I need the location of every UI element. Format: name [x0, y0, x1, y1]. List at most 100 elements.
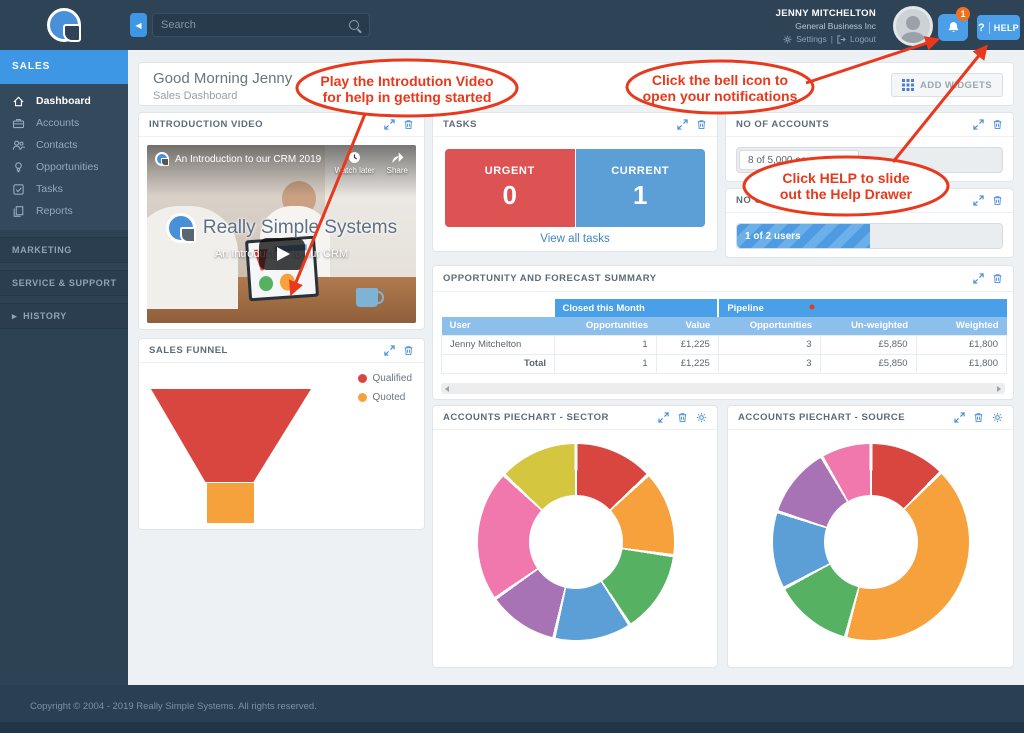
trash-icon[interactable]	[992, 119, 1003, 130]
legend-label: Qualified	[373, 373, 412, 384]
widget-title: TASKS	[443, 119, 477, 130]
legend-item: Qualified	[358, 373, 412, 384]
view-all-tasks-link[interactable]: View all tasks	[433, 233, 717, 245]
avatar-head	[906, 16, 920, 30]
briefcase-icon	[12, 117, 25, 130]
sidebar-item-label: Contacts	[36, 139, 77, 151]
settings-link[interactable]: Settings	[796, 34, 827, 44]
page-subtitle: Sales Dashboard	[139, 87, 1013, 102]
help-button[interactable]: ? HELP	[977, 15, 1020, 40]
logout-link[interactable]: Logout	[850, 34, 876, 44]
legend-item: Quoted	[358, 392, 412, 403]
trash-icon[interactable]	[677, 412, 688, 423]
trash-icon[interactable]	[973, 412, 984, 423]
widget-title: OPPORTUNITY AND FORECAST SUMMARY	[443, 273, 657, 284]
expand-icon[interactable]	[658, 412, 669, 423]
trash-icon[interactable]	[696, 119, 707, 130]
lightbulb-icon	[12, 161, 25, 174]
footer-strip	[0, 722, 1024, 733]
current-count: 1	[633, 180, 647, 211]
play-button[interactable]	[259, 238, 305, 270]
bell-icon	[947, 21, 960, 34]
watch-later-button[interactable]: Watch later	[334, 151, 374, 175]
video-title[interactable]: An Introduction to our CRM 2019	[175, 154, 321, 165]
widget-title: ACCOUNTS PIECHART - SECTOR	[443, 412, 609, 423]
notification-badge: 1	[956, 7, 970, 21]
video-thumbnail[interactable]: An Introduction to our CRM 2019 Watch la…	[147, 145, 416, 323]
widget-title: NO OF ACCOUNTS	[736, 119, 829, 130]
app-logo[interactable]	[0, 0, 128, 50]
widget-title: ACCOUNTS PIECHART - SOURCE	[738, 412, 905, 423]
task-blocks: URGENT 0 CURRENT 1	[445, 149, 705, 227]
add-widgets-button[interactable]: ADD WIDGETS	[891, 73, 1003, 97]
table-group-header-row: Closed this Month Pipeline	[442, 299, 1007, 317]
gear-icon[interactable]	[992, 412, 1003, 423]
sidebar-section-marketing[interactable]: MARKETING	[0, 237, 128, 263]
sidebar-section-service-support[interactable]: SERVICE & SUPPORT	[0, 270, 128, 296]
urgent-tasks-tile[interactable]: URGENT 0	[445, 149, 575, 227]
gear-icon[interactable]	[696, 412, 707, 423]
sidebar-item-tasks[interactable]: Tasks	[0, 178, 128, 200]
sidebar-item-contacts[interactable]: Contacts	[0, 134, 128, 156]
sales-funnel-widget: SALES FUNNEL Qualified Quoted	[138, 338, 425, 530]
search-input[interactable]	[153, 19, 349, 31]
trash-icon[interactable]	[992, 195, 1003, 206]
expand-icon[interactable]	[973, 119, 984, 130]
sidebar-item-label: Opportunities	[36, 161, 98, 173]
share-button[interactable]: Share	[387, 151, 408, 175]
sidebar-item-opportunities[interactable]: Opportunities	[0, 156, 128, 178]
sidebar-item-dashboard[interactable]: Dashboard	[0, 90, 128, 112]
sidebar-item-label: Dashboard	[36, 95, 91, 107]
funnel-legend: Qualified Quoted	[358, 373, 412, 411]
sidebar-section-history[interactable]: ▸ HISTORY	[0, 303, 128, 329]
sidebar-item-accounts[interactable]: Accounts	[0, 112, 128, 134]
crm-dashboard-app: ◀ JENNY MITCHELTON General Business Inc …	[0, 0, 1024, 733]
legend-label: Quoted	[373, 392, 406, 403]
sidebar-section-sales[interactable]: SALES	[0, 50, 128, 84]
user-avatar[interactable]	[893, 6, 933, 46]
current-tasks-tile[interactable]: CURRENT 1	[576, 149, 706, 227]
video-title-row: An Introduction to our CRM 2019	[155, 152, 321, 166]
widget-header: OPPORTUNITY AND FORECAST SUMMARY	[433, 266, 1013, 292]
sidebar: SALES Dashboard Accounts Contacts Opport…	[0, 50, 128, 685]
accounts-progress-label: 8 of 5,000 accounts	[739, 150, 859, 170]
users-progress-bar: 1 of 2 users	[736, 223, 1003, 249]
expand-icon[interactable]	[973, 195, 984, 206]
brand-logo-icon	[47, 8, 81, 42]
brand-logo-icon	[166, 213, 196, 243]
user-company: General Business Inc	[776, 21, 876, 31]
expand-icon[interactable]	[973, 273, 984, 284]
question-mark-icon: ?	[978, 22, 990, 34]
expand-icon[interactable]	[384, 345, 395, 356]
horizontal-scrollbar[interactable]	[441, 383, 1005, 394]
accounts-piechart-sector-widget: ACCOUNTS PIECHART - SECTOR	[432, 405, 718, 668]
sidebar-item-label: Accounts	[36, 117, 79, 129]
expand-icon[interactable]	[677, 119, 688, 130]
topbar: ◀ JENNY MITCHELTON General Business Inc …	[0, 0, 1024, 50]
table-row: Jenny Mitchelton 1 £1,225 3 £5,850 £1,80…	[442, 335, 1007, 354]
grid-icon	[902, 79, 914, 91]
forecast-table: Closed this Month Pipeline User Opportun…	[441, 299, 1007, 374]
search-icon[interactable]	[349, 20, 359, 30]
users-progress-fill: 1 of 2 users	[737, 224, 870, 248]
copyright-text: Copyright © 2004 - 2019 Really Simple Sy…	[0, 685, 1024, 712]
widget-title: SALES FUNNEL	[149, 345, 228, 356]
sidebar-item-reports[interactable]: Reports	[0, 200, 128, 222]
expand-icon[interactable]	[954, 412, 965, 423]
expand-icon[interactable]	[384, 119, 395, 130]
accounts-piechart-source-widget: ACCOUNTS PIECHART - SOURCE	[727, 405, 1014, 668]
check-square-icon	[12, 183, 25, 196]
trash-icon[interactable]	[992, 273, 1003, 284]
caret-right-icon: ▸	[12, 303, 17, 329]
no-of-accounts-widget: NO OF ACCOUNTS 8 of 5,000 accounts	[725, 112, 1014, 182]
sidebar-section-label: SERVICE & SUPPORT	[12, 270, 117, 296]
widget-title: INTRODUCTION VIDEO	[149, 119, 263, 130]
sidebar-section-label: MARKETING	[12, 237, 72, 263]
legend-dot-quoted	[358, 393, 367, 402]
sidebar-collapse-button[interactable]: ◀	[130, 13, 147, 37]
trash-icon[interactable]	[403, 345, 414, 356]
funnel-stage-quoted	[207, 483, 254, 523]
add-widgets-label: ADD WIDGETS	[920, 80, 992, 91]
trash-icon[interactable]	[403, 119, 414, 130]
sidebar-section-label: HISTORY	[23, 303, 67, 329]
